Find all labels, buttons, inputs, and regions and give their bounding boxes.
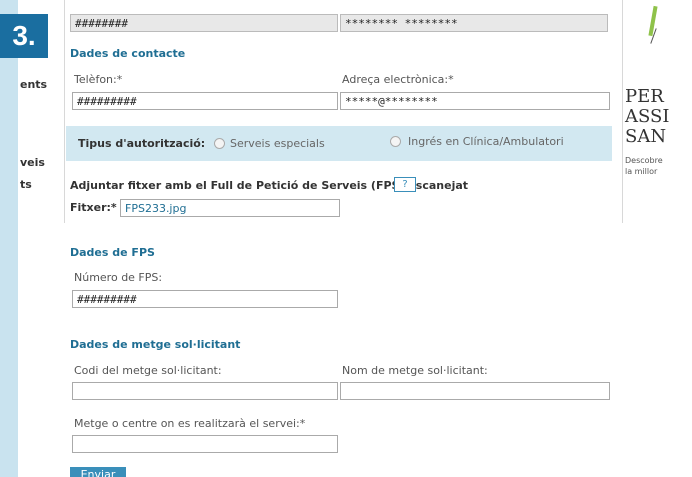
center-label: Metge o centre on es realitzarà el serve… <box>74 417 306 430</box>
ad-subtitle: Descobre <box>625 156 663 165</box>
section-title-doctor: Dades de metge sol·licitant <box>70 338 241 351</box>
radio-label-serveis-especials[interactable]: Serveis especials <box>230 137 325 150</box>
ad-subtitle: la millor <box>625 167 658 176</box>
sidebar-item-ts[interactable]: ts <box>20 178 32 191</box>
form-page: ents veis ts PER ASSI SAN Descobre la mi… <box>18 0 692 477</box>
radio-serveis-especials[interactable] <box>214 138 225 149</box>
section-title-contact: Dades de contacte <box>70 47 186 60</box>
side-advertisement[interactable]: PER ASSI SAN Descobre la millor <box>622 0 692 223</box>
doctor-name-field[interactable] <box>340 382 610 400</box>
ad-title-line: SAN <box>625 126 667 147</box>
phone-field[interactable]: ######### <box>72 92 338 110</box>
section-title-fps: Dades de FPS <box>70 246 155 259</box>
phone-label: Telèfon:* <box>74 73 123 86</box>
sidebar-item-dents[interactable]: ents <box>20 78 47 91</box>
previous-field-left[interactable]: ######## <box>70 14 338 32</box>
previous-field-right[interactable]: ******** ******** <box>340 14 608 32</box>
submit-button[interactable]: Enviar <box>70 467 126 477</box>
file-field[interactable]: FPS233.jpg <box>120 199 340 217</box>
email-field[interactable]: *****@******** <box>340 92 610 110</box>
fps-number-field[interactable]: ######### <box>72 290 338 308</box>
help-button[interactable]: ? <box>394 177 416 192</box>
file-label: Fitxer:* <box>70 201 117 214</box>
sidebar-item-serveis[interactable]: veis <box>20 156 45 169</box>
doctor-name-label: Nom de metge sol·licitant: <box>342 364 488 377</box>
doctor-code-field[interactable] <box>72 382 338 400</box>
authorization-box: Tipus d'autorització: Serveis especials … <box>66 126 612 161</box>
authorization-label: Tipus d'autorització: <box>78 137 206 150</box>
fps-number-label: Número de FPS: <box>74 271 163 284</box>
center-field[interactable] <box>72 435 338 453</box>
doctor-code-label: Codi del metge sol·licitant: <box>74 364 222 377</box>
ad-title-line: PER <box>625 86 664 107</box>
ad-title-line: ASSI <box>625 106 670 127</box>
radio-ingres-clinica[interactable] <box>390 136 401 147</box>
radio-label-ingres-clinica[interactable]: Ingrés en Clínica/Ambulatori <box>408 135 564 148</box>
leaf-icon <box>648 5 658 37</box>
step-badge: 3. <box>0 14 48 58</box>
email-label: Adreça electrònica:* <box>342 73 454 86</box>
